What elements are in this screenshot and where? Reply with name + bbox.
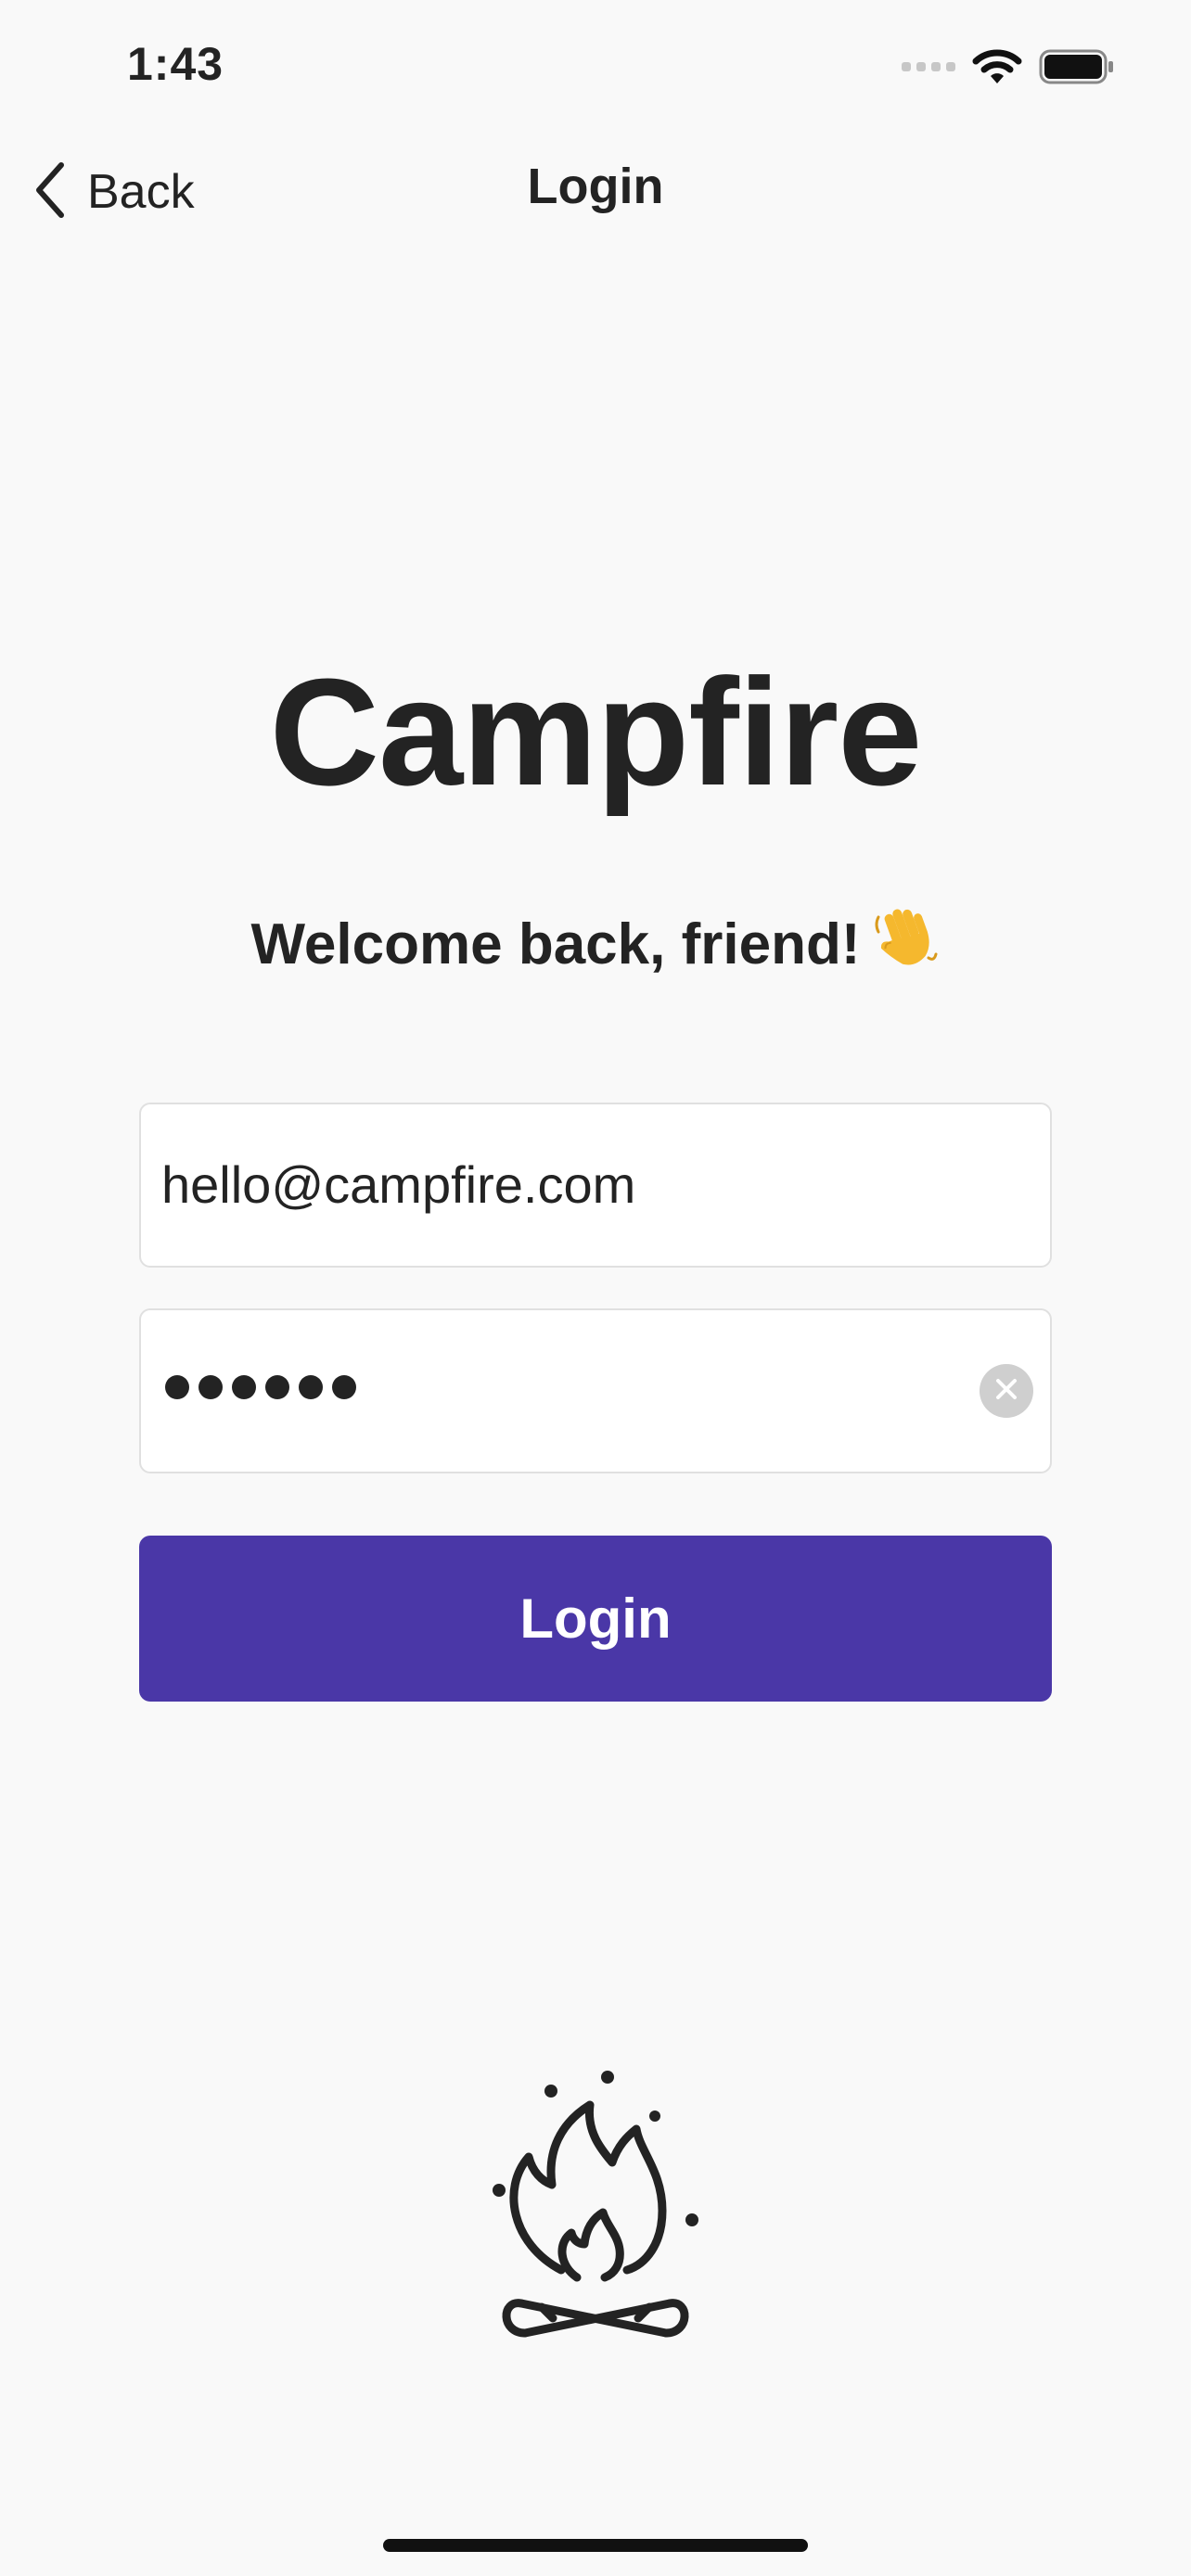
password-field[interactable] (139, 1308, 1052, 1473)
email-value: hello@campfire.com (161, 1155, 636, 1214)
login-button[interactable]: Login (139, 1536, 1052, 1702)
password-masked-value (165, 1375, 356, 1399)
app-title: Campfire (269, 647, 923, 817)
nav-title: Login (527, 159, 664, 214)
close-icon (994, 1377, 1018, 1406)
clear-text-button[interactable] (980, 1364, 1033, 1418)
status-icons (902, 46, 1115, 87)
email-field[interactable]: hello@campfire.com (139, 1103, 1052, 1268)
status-time: 1:43 (127, 38, 224, 90)
welcome-message: Welcome back, friend! (0, 904, 1191, 989)
password-dot (232, 1375, 256, 1399)
campfire-icon (464, 2068, 727, 2346)
password-dot (332, 1375, 356, 1399)
password-dot (165, 1375, 189, 1399)
battery-icon (1039, 48, 1115, 85)
cellular-signal-icon (902, 62, 955, 71)
password-dot (299, 1375, 323, 1399)
waving-hand-icon (873, 904, 940, 989)
password-dot (265, 1375, 289, 1399)
home-indicator[interactable] (383, 2539, 808, 2552)
welcome-text: Welcome back, friend! (250, 912, 861, 976)
wifi-icon (972, 48, 1022, 85)
password-dot (198, 1375, 223, 1399)
